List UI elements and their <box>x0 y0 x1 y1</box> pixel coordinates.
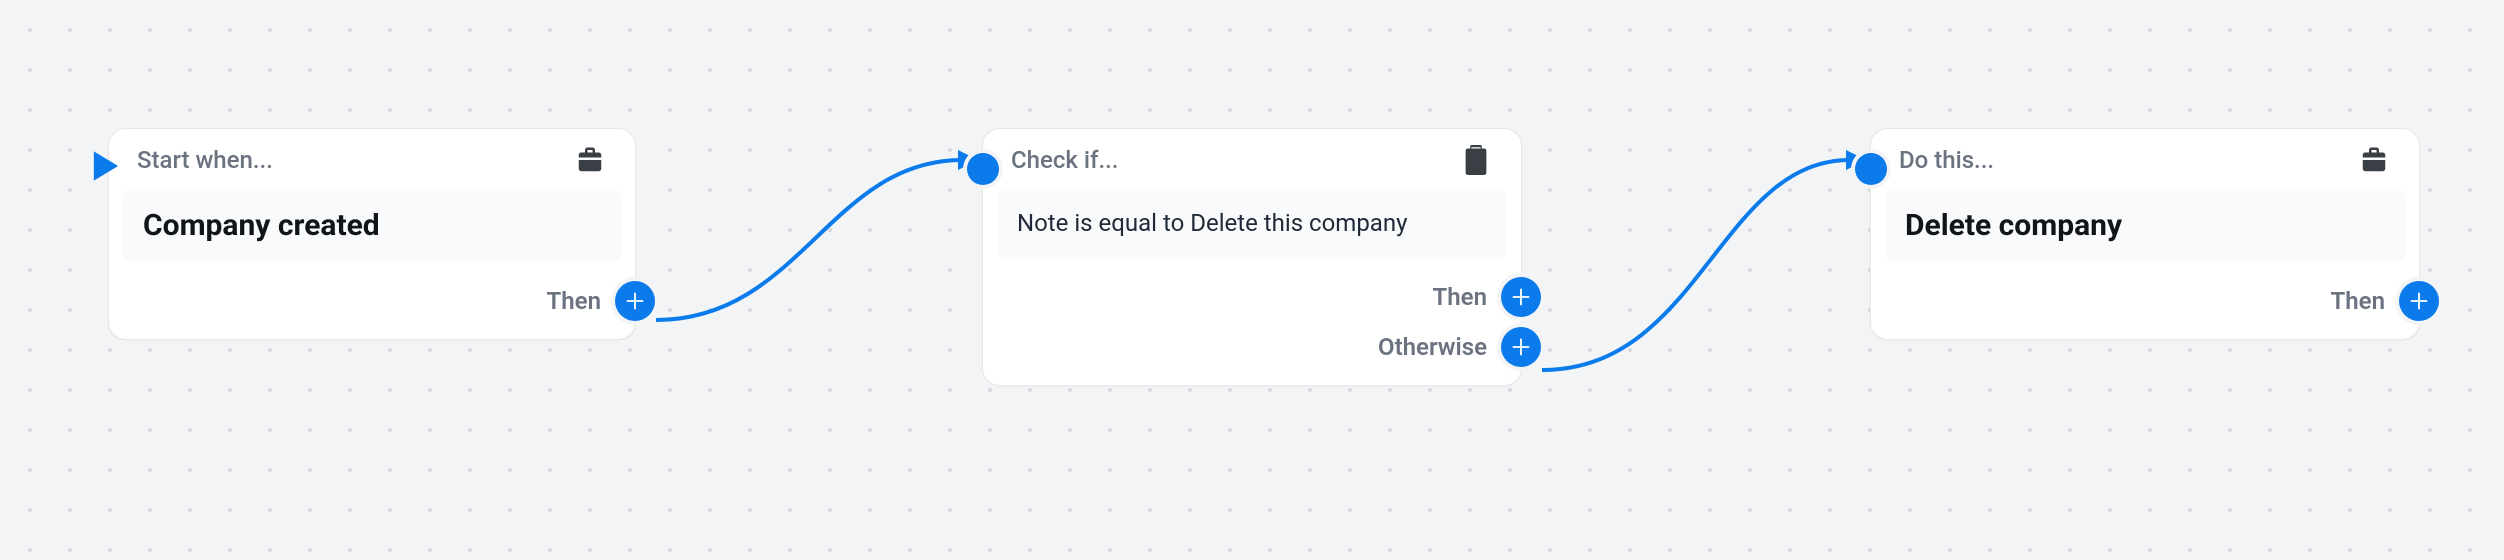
add-step-button[interactable] <box>2399 281 2439 321</box>
add-step-button[interactable] <box>1501 327 1541 367</box>
briefcase-icon <box>2357 143 2391 177</box>
inlet-dot-icon <box>1855 153 1887 185</box>
node-footer: Then <box>1871 277 2419 339</box>
node-body[interactable]: Delete company <box>1885 189 2405 263</box>
connector-trigger-to-condition <box>656 160 962 320</box>
workflow-node-action[interactable]: Do this... Delete company Then <box>1870 128 2420 340</box>
clipboard-check-icon <box>1459 143 1493 177</box>
trigger-title: Company created <box>143 207 601 245</box>
node-body[interactable]: Note is equal to Delete this company <box>997 189 1507 259</box>
outlet-then: Then <box>123 281 621 321</box>
connector-condition-then-to-action <box>1542 160 1850 370</box>
add-step-button[interactable] <box>1501 277 1541 317</box>
add-step-button[interactable] <box>615 281 655 321</box>
condition-description: Note is equal to Delete this company <box>1017 207 1487 241</box>
node-body[interactable]: Company created <box>123 189 621 263</box>
outlet-label: Then <box>547 287 601 315</box>
node-footer: Then <box>109 277 635 339</box>
outlet-otherwise: Otherwise <box>997 327 1507 367</box>
outlet-label: Otherwise <box>1378 333 1487 361</box>
inlet-dot-icon <box>967 153 999 185</box>
briefcase-icon <box>573 143 607 177</box>
workflow-node-condition[interactable]: Check if... Note is equal to Delete this… <box>982 128 1522 386</box>
outlet-then: Then <box>1885 281 2405 321</box>
outlet-label: Then <box>2331 287 2385 315</box>
node-header-label: Do this... <box>1899 146 1994 174</box>
workflow-node-trigger[interactable]: Start when... Company created Then <box>108 128 636 340</box>
node-header-label: Start when... <box>137 146 273 174</box>
outlet-then: Then <box>997 277 1507 317</box>
action-title: Delete company <box>1905 207 2385 245</box>
outlet-label: Then <box>1433 283 1487 311</box>
node-footer: Then Otherwise <box>983 273 1521 385</box>
node-header: Do this... <box>1871 129 2419 183</box>
node-header-label: Check if... <box>1011 146 1118 174</box>
node-header: Check if... <box>983 129 1521 183</box>
play-start-icon <box>91 149 121 187</box>
workflow-canvas[interactable]: Start when... Company created Then Check… <box>0 0 2504 560</box>
node-header: Start when... <box>109 129 635 183</box>
